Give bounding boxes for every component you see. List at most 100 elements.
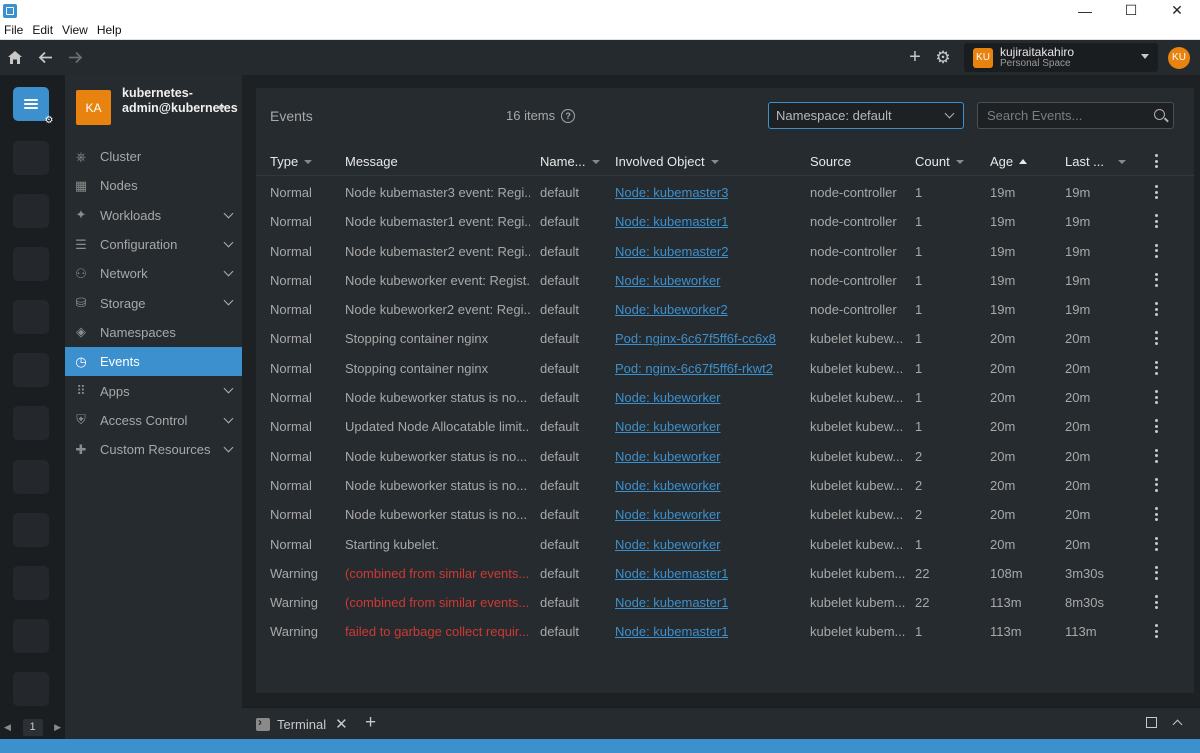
- hotbar-empty-slot[interactable]: [13, 619, 49, 653]
- cell-involved-object[interactable]: Node: kubemaster1: [615, 566, 728, 581]
- row-menu-icon[interactable]: [1154, 302, 1158, 317]
- cluster-header[interactable]: KA kubernetes-admin@kubernetes: [65, 75, 242, 141]
- chevron-up-icon[interactable]: [1172, 719, 1183, 730]
- sidebar-item-apps[interactable]: ⠿ Apps: [65, 376, 242, 405]
- close-button[interactable]: ✕: [1154, 0, 1200, 21]
- table-row[interactable]: Warning failed to garbage collect requir.…: [256, 616, 1194, 645]
- chevron-down-icon[interactable]: [223, 442, 234, 453]
- sidebar-item-custom-resources[interactable]: ✚ Custom Resources: [65, 435, 242, 464]
- sidebar-item-namespaces[interactable]: ◈ Namespaces: [65, 318, 242, 347]
- cell-involved-object[interactable]: Node: kubemaster3: [615, 185, 728, 200]
- next-page-icon[interactable]: ▶: [54, 722, 61, 733]
- add-tab-icon[interactable]: +: [365, 712, 376, 734]
- minimize-button[interactable]: —: [1062, 0, 1108, 21]
- add-cluster-icon[interactable]: +: [901, 40, 929, 75]
- table-row[interactable]: Normal Starting kubelet. default Node: kube…: [256, 529, 1194, 558]
- row-menu-icon[interactable]: [1154, 595, 1158, 610]
- sidebar-item-nodes[interactable]: ▦ Nodes: [65, 171, 242, 200]
- row-menu-icon[interactable]: [1154, 565, 1158, 580]
- cell-involved-object[interactable]: Node: kubeworker: [615, 478, 721, 493]
- hotbar-empty-slot[interactable]: [13, 672, 49, 706]
- maximize-button[interactable]: ☐: [1108, 0, 1154, 21]
- search-icon[interactable]: [1154, 109, 1165, 120]
- row-menu-icon[interactable]: [1154, 536, 1158, 551]
- hotbar-empty-slot[interactable]: [13, 141, 49, 175]
- cell-involved-object[interactable]: Node: kubemaster1: [615, 624, 728, 639]
- prev-page-icon[interactable]: ◀: [4, 722, 11, 733]
- column-age[interactable]: Age: [990, 154, 1028, 169]
- row-menu-icon[interactable]: [1154, 272, 1158, 287]
- help-icon[interactable]: ?: [561, 108, 576, 123]
- fullscreen-icon[interactable]: [1146, 717, 1157, 728]
- sidebar-item-network[interactable]: ⚇ Network: [65, 259, 242, 288]
- back-arrow-icon[interactable]: [30, 40, 60, 75]
- row-menu-icon[interactable]: [1154, 419, 1158, 434]
- row-menu-icon[interactable]: [1154, 214, 1158, 229]
- chevron-down-icon[interactable]: [223, 237, 234, 248]
- column-count[interactable]: Count: [915, 154, 964, 169]
- table-row[interactable]: Normal Node kubemaster1 event: Regi... def…: [256, 206, 1194, 235]
- cell-involved-object[interactable]: Node: kubeworker: [615, 449, 721, 464]
- hotbar-empty-slot[interactable]: [13, 247, 49, 281]
- user-avatar[interactable]: KU: [1168, 46, 1190, 69]
- table-row[interactable]: Normal Updated Node Allocatable limit... d…: [256, 411, 1194, 440]
- table-row[interactable]: Normal Stopping container nginx default Pod…: [256, 353, 1194, 382]
- forward-arrow-icon[interactable]: [60, 40, 90, 75]
- row-menu-icon[interactable]: [1154, 360, 1158, 375]
- close-icon[interactable]: ✕: [335, 715, 348, 733]
- row-menu-icon[interactable]: [1154, 477, 1158, 492]
- row-menu-icon[interactable]: [1154, 331, 1158, 346]
- row-menu-icon[interactable]: [1154, 185, 1158, 199]
- row-menu-icon[interactable]: [1154, 507, 1158, 522]
- row-menu-icon[interactable]: [1154, 243, 1158, 258]
- cell-involved-object[interactable]: Node: kubemaster2: [615, 244, 728, 259]
- namespace-select[interactable]: Namespace: default: [768, 102, 964, 129]
- column-last-seen[interactable]: Last ...: [1065, 154, 1127, 169]
- cell-involved-object[interactable]: Node: kubeworker: [615, 507, 721, 522]
- cell-involved-object[interactable]: Node: kubeworker: [615, 537, 721, 552]
- table-row[interactable]: Normal Node kubeworker2 event: Regi... def…: [256, 294, 1194, 323]
- gear-icon[interactable]: ⚙: [929, 40, 957, 75]
- hotbar-empty-slot[interactable]: [13, 566, 49, 600]
- cell-involved-object[interactable]: Node: kubeworker: [615, 273, 721, 288]
- chevron-down-icon[interactable]: [223, 296, 234, 306]
- hotbar-empty-slot[interactable]: [13, 460, 49, 494]
- chevron-down-icon[interactable]: [223, 413, 234, 424]
- cell-involved-object[interactable]: Node: kubeworker: [615, 419, 721, 434]
- chevron-down-icon[interactable]: [223, 266, 234, 277]
- column-namespace[interactable]: Name...: [540, 154, 600, 169]
- sidebar-item-workloads[interactable]: ✦ Workloads: [65, 201, 242, 230]
- table-row[interactable]: Normal Node kubeworker status is no... def…: [256, 441, 1194, 470]
- row-menu-icon[interactable]: [1154, 624, 1158, 639]
- cell-involved-object[interactable]: Pod: nginx-6c67f5ff6f-cc6x8: [615, 331, 776, 346]
- cell-involved-object[interactable]: Node: kubeworker: [615, 390, 721, 405]
- column-type[interactable]: Type: [270, 154, 313, 169]
- table-row[interactable]: Normal Node kubeworker status is no... def…: [256, 499, 1194, 528]
- sidebar-item-cluster[interactable]: ⎈ Cluster: [65, 142, 242, 171]
- cell-involved-object[interactable]: Node: kubeworker2: [615, 302, 728, 317]
- hotbar-empty-slot[interactable]: [13, 406, 49, 440]
- table-row[interactable]: Normal Node kubeworker status is no... def…: [256, 382, 1194, 411]
- column-menu-icon[interactable]: [1154, 154, 1158, 168]
- dock-tab-terminal[interactable]: Terminal ✕: [256, 715, 348, 733]
- cluster-settings-icon[interactable]: ⚙: [43, 115, 55, 127]
- sidebar-item-storage[interactable]: ⛁ Storage: [65, 288, 242, 317]
- hotbar-empty-slot[interactable]: [13, 353, 49, 387]
- sidebar-item-access-control[interactable]: ⛨ Access Control: [65, 406, 242, 435]
- sidebar-item-configuration[interactable]: ☰ Configuration: [65, 230, 242, 259]
- table-row[interactable]: Normal Stopping container nginx default Pod…: [256, 323, 1194, 352]
- menu-view[interactable]: View: [58, 23, 93, 37]
- column-involved-object[interactable]: Involved Object: [615, 154, 719, 169]
- table-row[interactable]: Normal Node kubemaster3 event: Regi... def…: [256, 177, 1194, 206]
- sidebar-item-events[interactable]: ◷ Events: [65, 347, 242, 377]
- home-icon[interactable]: [0, 40, 30, 75]
- chevron-down-icon[interactable]: [217, 106, 225, 111]
- menu-help[interactable]: Help: [93, 23, 127, 37]
- table-row[interactable]: Normal Node kubemaster2 event: Regi... def…: [256, 236, 1194, 265]
- hotbar-empty-slot[interactable]: [13, 513, 49, 547]
- table-row[interactable]: Normal Node kubeworker status is no... def…: [256, 470, 1194, 499]
- table-row[interactable]: Warning (combined from similar events... d…: [256, 587, 1194, 616]
- table-row[interactable]: Warning (combined from similar events... d…: [256, 558, 1194, 587]
- hotbar-empty-slot[interactable]: [13, 300, 49, 334]
- cell-involved-object[interactable]: Node: kubemaster1: [615, 214, 728, 229]
